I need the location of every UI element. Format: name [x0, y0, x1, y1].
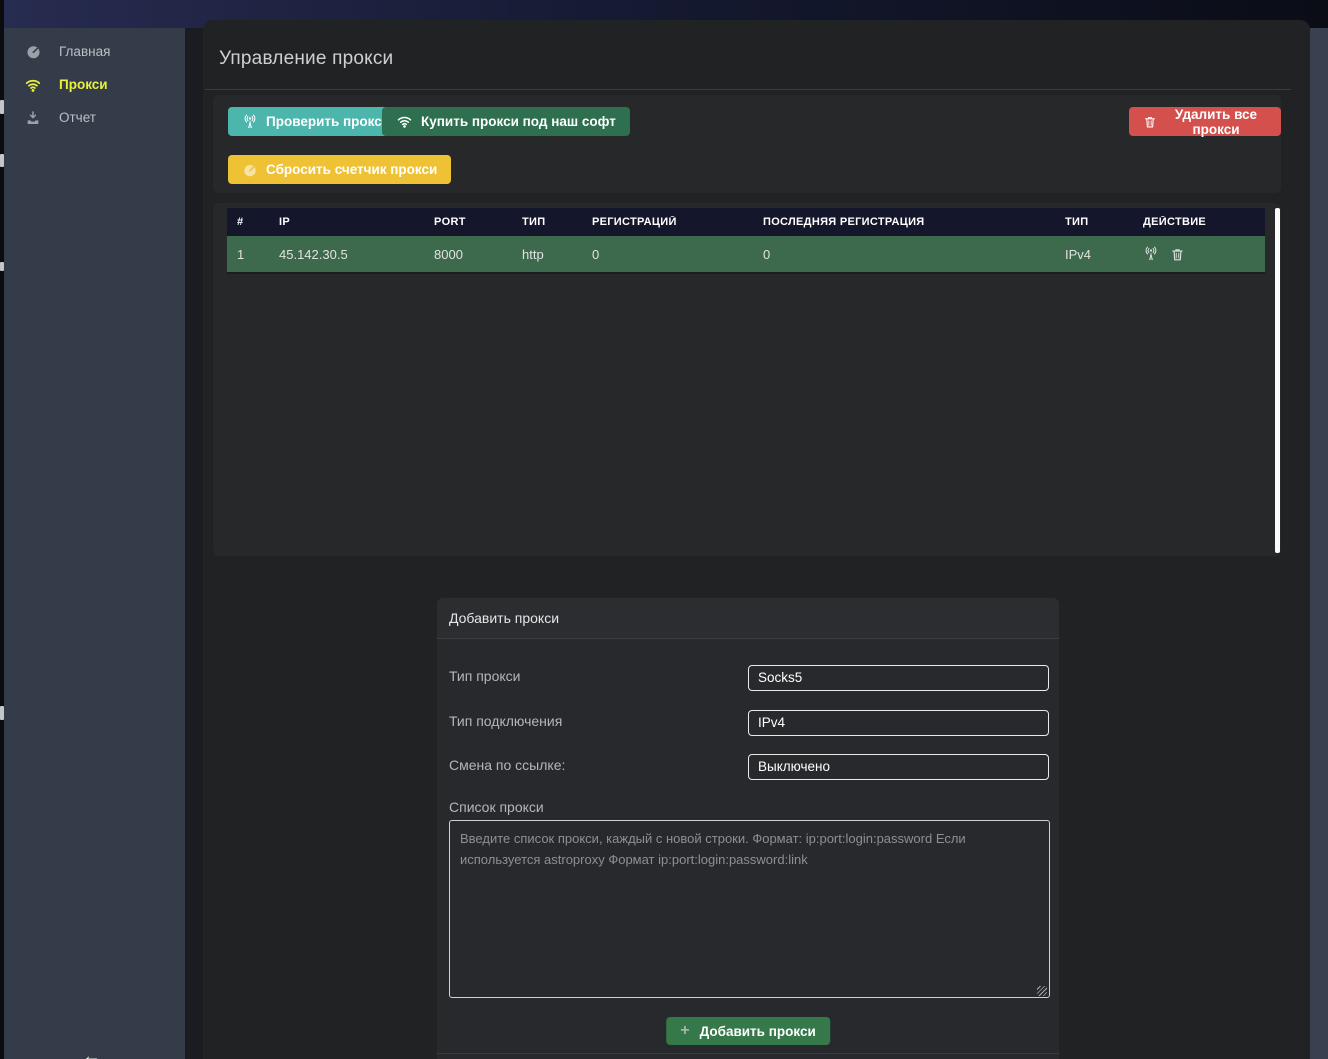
main-panel: Управление прокси Проверить прокси Купит…	[203, 20, 1310, 1059]
cell-actions	[1135, 246, 1265, 262]
check-proxies-button[interactable]: Проверить прокси	[228, 107, 404, 136]
sidebar-item-label: Прокси	[59, 77, 108, 92]
col-header-last-registration: ПОСЛЕДНЯЯ РЕГИСТРАЦИЯ	[755, 216, 1057, 228]
scroll-tick	[0, 100, 4, 114]
sidebar-item-main[interactable]: Главная	[0, 35, 185, 68]
add-proxy-title: Добавить прокси	[437, 598, 1059, 639]
col-header-port: PORT	[426, 216, 514, 228]
divider	[205, 89, 1291, 90]
cell-num: 1	[227, 247, 271, 262]
plus-icon: +	[680, 1022, 689, 1040]
check-proxy-row-button[interactable]	[1143, 246, 1159, 262]
table-header-row: # IP PORT ТИП РЕГИСТРАЦИЙ ПОСЛЕДНЯЯ РЕГИ…	[227, 208, 1265, 236]
sidebar: Главная Прокси Отчет ←	[0, 28, 185, 1059]
table-scrollbar[interactable]	[1275, 208, 1280, 553]
delete-proxy-row-button[interactable]	[1170, 247, 1185, 262]
col-header-conn-type: ТИП	[1057, 216, 1135, 228]
add-proxy-button[interactable]: + Добавить прокси	[666, 1017, 830, 1045]
delete-all-proxies-label: Удалить все прокси	[1165, 107, 1267, 137]
proxy-list-textarea[interactable]	[449, 820, 1050, 998]
scroll-tick	[0, 706, 4, 720]
tachometer-icon	[24, 43, 42, 60]
sidebar-item-label: Главная	[59, 44, 110, 59]
connection-type-select[interactable]: IPv4	[748, 710, 1049, 736]
buy-proxies-button[interactable]: Купить прокси под наш софт	[382, 107, 630, 136]
page-title: Управление прокси	[219, 48, 393, 70]
buy-proxies-label: Купить прокси под наш софт	[421, 114, 616, 129]
cell-conn-type: IPv4	[1057, 247, 1135, 262]
col-header-action: ДЕЙСТВИЕ	[1135, 216, 1265, 228]
app-window: Главная Прокси Отчет ← Управление прок	[0, 0, 1328, 1059]
proxy-toolbar: Проверить прокси Купить прокси под наш с…	[213, 95, 1281, 193]
broadcast-tower-icon	[242, 114, 258, 130]
sidebar-item-label: Отчет	[59, 110, 96, 125]
trash-icon	[1143, 115, 1157, 129]
divider	[437, 1053, 1059, 1054]
col-header-registrations: РЕГИСТРАЦИЙ	[584, 216, 755, 228]
sidebar-item-report[interactable]: Отчет	[0, 101, 185, 134]
check-proxies-label: Проверить прокси	[266, 114, 390, 129]
add-proxy-card: Добавить прокси Тип прокси Socks5 Тип по…	[437, 598, 1059, 1059]
reset-counter-label: Сбросить счетчик прокси	[266, 162, 437, 177]
download-icon	[24, 110, 42, 126]
reset-counter-button[interactable]: Сбросить счетчик прокси	[228, 155, 451, 184]
cell-ip: 45.142.30.5	[271, 247, 426, 262]
cell-port: 8000	[426, 247, 514, 262]
left-edge-scroll-strip[interactable]	[0, 0, 4, 1059]
cell-registrations: 0	[584, 247, 755, 262]
col-header-type: ТИП	[514, 216, 584, 228]
cell-last-registration: 0	[755, 247, 1057, 262]
tachometer-icon	[242, 162, 258, 178]
add-proxy-label: Добавить прокси	[700, 1024, 816, 1039]
connection-type-label: Тип подключения	[449, 713, 562, 729]
proxy-table: # IP PORT ТИП РЕГИСТРАЦИЙ ПОСЛЕДНЯЯ РЕГИ…	[227, 208, 1265, 274]
delete-all-proxies-button[interactable]: Удалить все прокси	[1129, 107, 1281, 136]
proxy-type-label: Тип прокси	[449, 668, 520, 684]
col-header-num: #	[227, 216, 271, 228]
link-change-label: Смена по ссылке:	[449, 757, 565, 773]
wifi-icon	[396, 113, 413, 130]
wifi-icon	[24, 76, 42, 94]
scroll-tick	[0, 154, 4, 167]
proxy-list-label: Список прокси	[449, 799, 544, 815]
link-change-select[interactable]: Выключено	[748, 754, 1049, 780]
proxy-type-select[interactable]: Socks5	[748, 665, 1049, 691]
proxy-table-card: # IP PORT ТИП РЕГИСТРАЦИЙ ПОСЛЕДНЯЯ РЕГИ…	[213, 203, 1281, 556]
collapse-sidebar-button[interactable]: ←	[82, 1046, 101, 1059]
col-header-ip: IP	[271, 216, 426, 228]
scroll-tick	[0, 262, 4, 271]
sidebar-item-proxy[interactable]: Прокси	[0, 68, 185, 101]
table-row: 1 45.142.30.5 8000 http 0 0 IPv4	[227, 236, 1265, 274]
cell-type: http	[514, 247, 584, 262]
